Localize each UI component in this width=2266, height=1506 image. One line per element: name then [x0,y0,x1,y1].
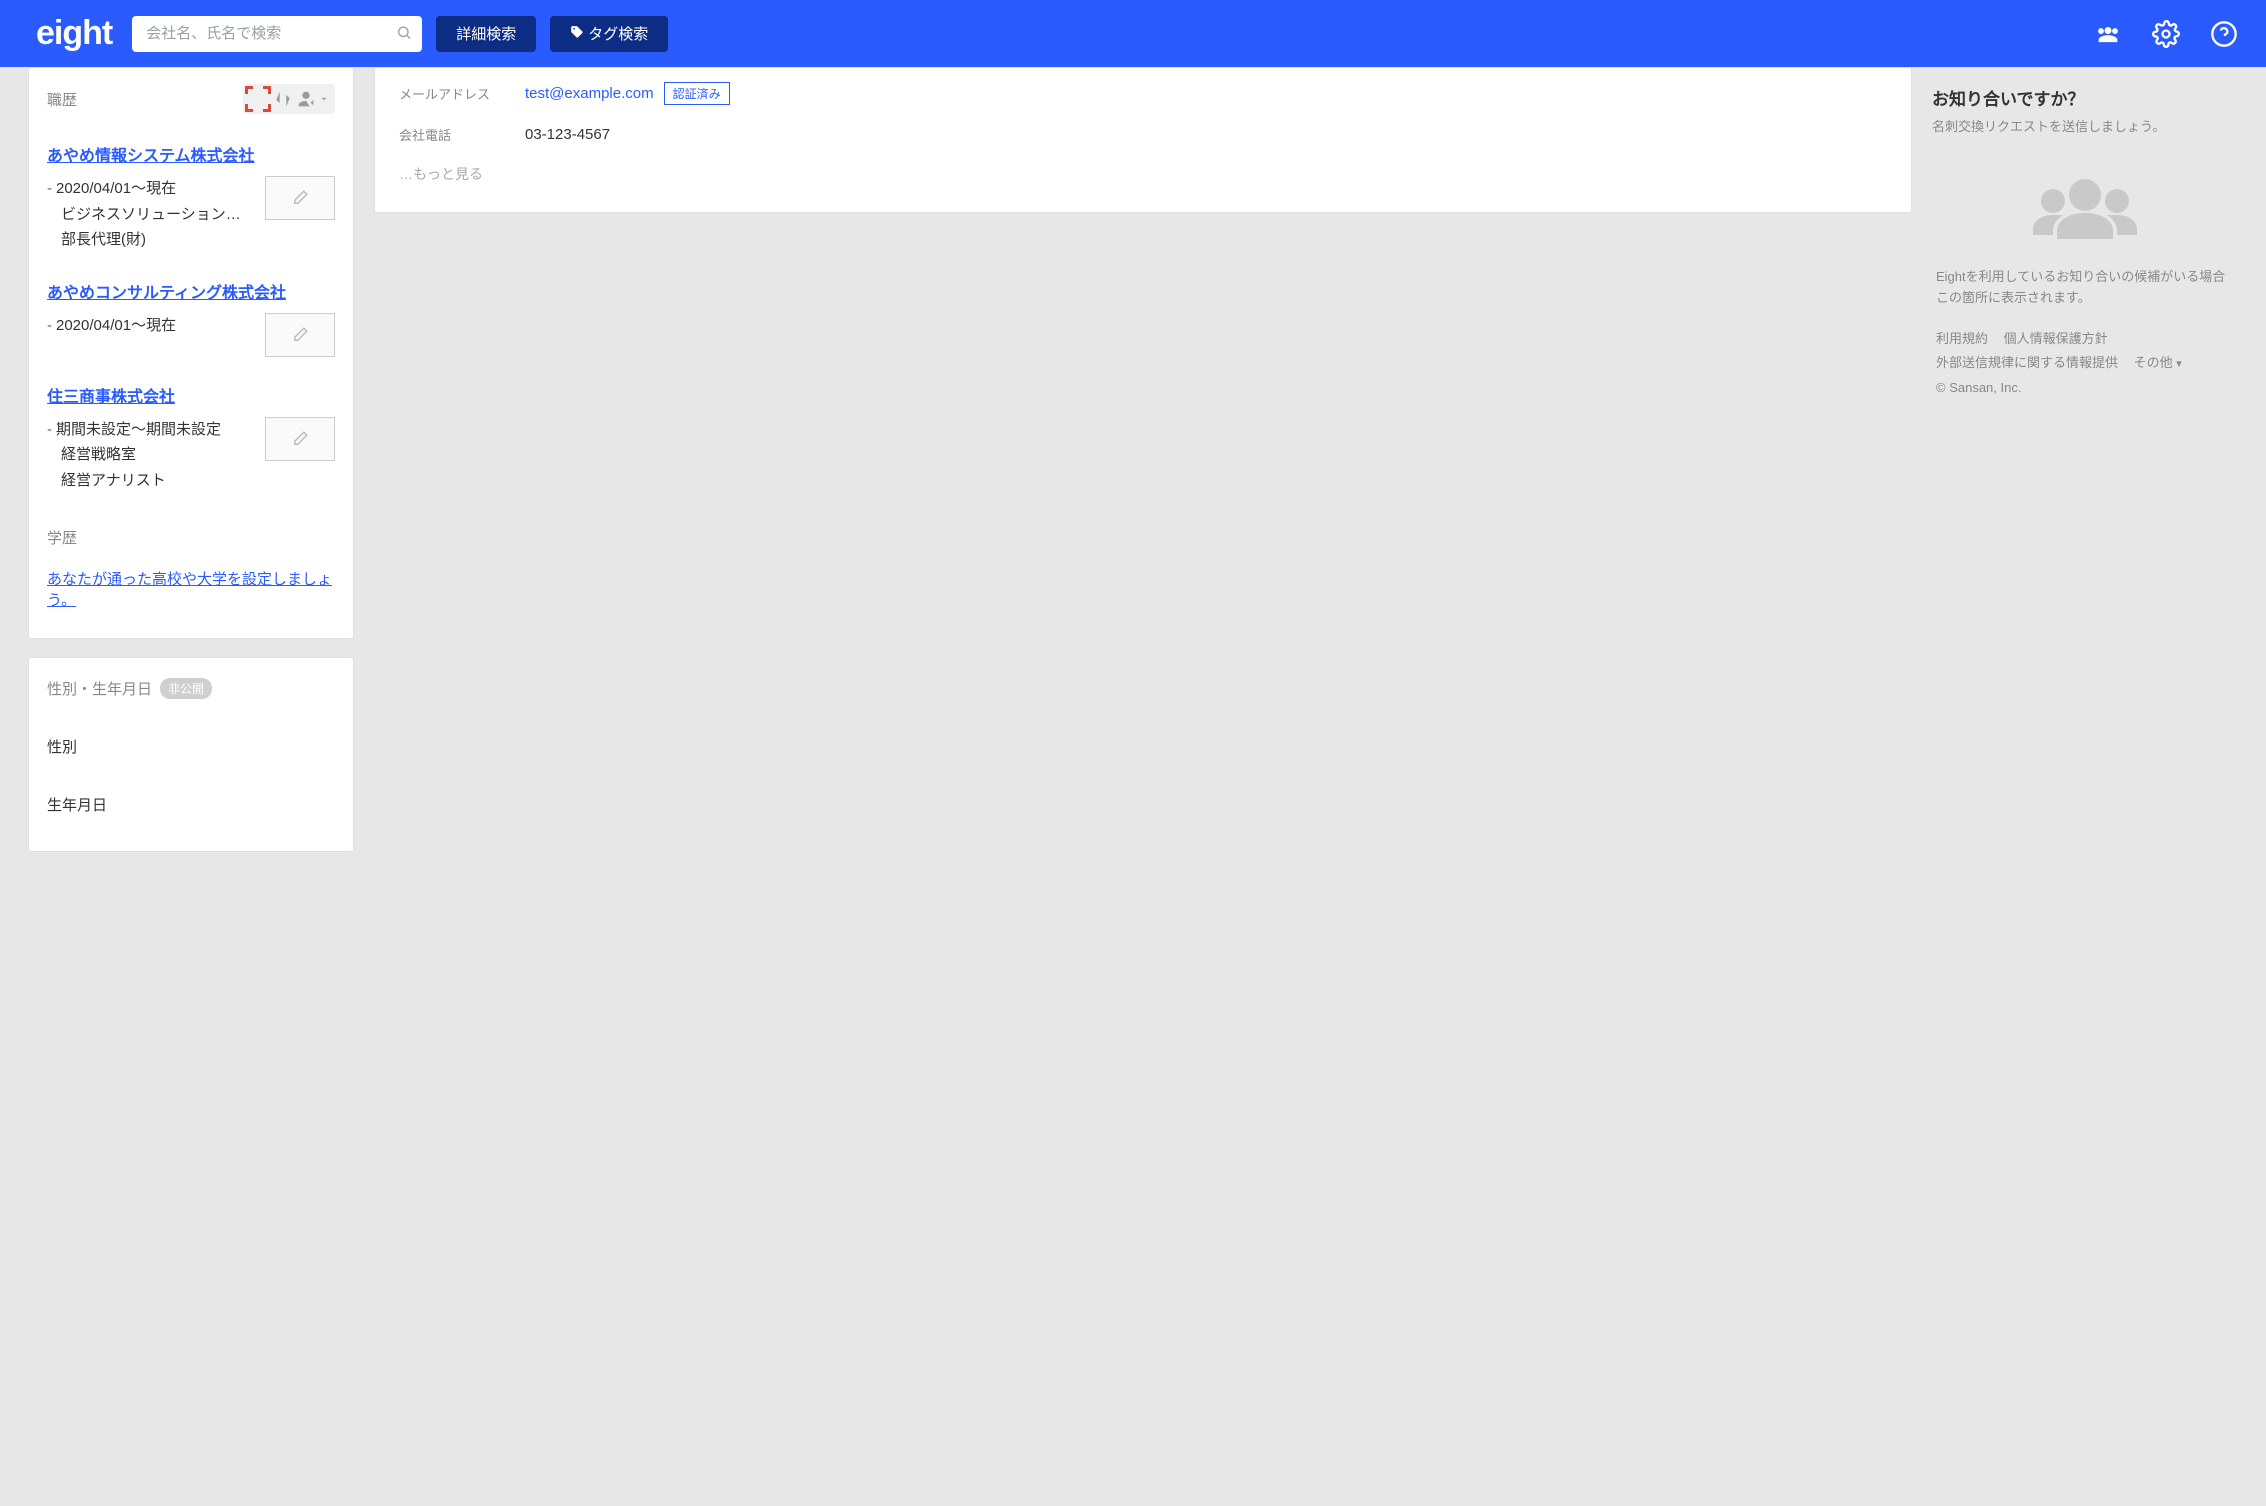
pencil-icon [291,430,309,448]
career-label: 職歴 [47,89,77,110]
career-period: 2020/04/01〜現在 [56,317,176,334]
search-input[interactable] [132,16,422,52]
gear-icon[interactable] [2152,20,2180,48]
logo[interactable]: eight [36,14,112,53]
company-link[interactable]: あやめ情報システム株式会社 [47,142,255,166]
acquaintance-sub: 名刺交換リクエストを送信しましょう。 [1932,116,2238,135]
people-placeholder-icon [1932,171,2238,243]
career-item: あやめ情報システム株式会社 -2020/04/01〜現在 ビジネスソリューション… [47,142,335,253]
acquaintance-panel: お知り合いですか？ 名刺交換リクエストを送信しましょう。 Eightを利用してい… [1932,85,2238,401]
business-card-thumb[interactable] [265,417,335,461]
app-header: eight 詳細検索 タグ検索 [0,0,2266,67]
career-card: 職歴 あやめ情報システム株式会社 -2020/04/01〜現在 ビジネスソリュー [28,67,354,639]
acquaintance-title: お知り合いですか？ [1932,85,2238,110]
education-setup-link[interactable]: あなたが通った高校や大学を設定しましょう。 [47,571,332,609]
career-line: 経営アナリスト [47,468,255,494]
career-line: 経営戦略室 [47,442,255,468]
company-link[interactable]: 住三商事株式会社 [47,383,175,407]
show-more-button[interactable]: …もっと見る [399,164,483,184]
career-period: 期間未設定〜期間未設定 [56,421,221,438]
link-privacy[interactable]: 個人情報保護方針 [2004,327,2108,352]
link-other[interactable]: その他 ▾ [2134,351,2182,376]
contact-card: メールアドレス test@example.com 認証済み 会社電話 03-12… [374,67,1912,213]
career-line: 部長代理(財) [47,227,255,253]
tag-search-button[interactable]: タグ検索 [550,16,668,52]
header-icons [2094,20,2238,48]
acquaintance-desc: Eightを利用しているお知り合いの候補がいる場合この箇所に表示されます。 [1932,267,2238,309]
gender-birth-card: 性別・生年月日 非公開 性別 生年月日 [28,657,354,852]
private-badge: 非公開 [160,678,212,699]
email-label: メールアドレス [399,84,525,103]
education-label: 学歴 [47,527,335,548]
chevron-down-icon [319,94,329,104]
link-ext[interactable]: 外部送信規律に関する情報提供 [1936,351,2118,376]
phone-row: 会社電話 03-123-4567 [399,115,1887,154]
tag-icon [570,25,584,43]
career-line: ビジネスソリューション… [47,202,255,228]
career-tool[interactable] [243,84,335,114]
copyright: © Sansan, Inc. [1936,380,2021,395]
footer-links: 利用規約 個人情報保護方針 外部送信規律に関する情報提供 その他 ▾ © San… [1932,327,2238,401]
search-box [132,16,422,52]
detail-search-label: 詳細検索 [456,23,516,44]
career-item: 住三商事株式会社 -期間未設定〜期間未設定 経営戦略室 経営アナリスト [47,383,335,494]
phone-label: 会社電話 [399,125,525,144]
company-link[interactable]: あやめコンサルティング株式会社 [47,279,286,303]
gender-row[interactable]: 性別 [47,725,335,783]
pencil-icon [291,189,309,207]
email-row: メールアドレス test@example.com 認証済み [399,72,1887,115]
verified-badge: 認証済み [664,82,730,105]
link-tos[interactable]: 利用規約 [1936,327,1988,352]
chevron-down-icon: ▾ [2176,358,2182,370]
tag-search-label: タグ検索 [588,23,648,44]
career-item: あやめコンサルティング株式会社 -2020/04/01〜現在 [47,279,335,357]
detail-search-button[interactable]: 詳細検索 [436,16,536,52]
pencil-icon [291,326,309,344]
business-card-thumb[interactable] [265,176,335,220]
people-icon[interactable] [2094,20,2122,48]
career-period: 2020/04/01〜現在 [56,180,176,197]
person-add-icon [295,88,317,110]
business-card-thumb[interactable] [265,313,335,357]
sort-icon [273,89,293,109]
help-icon[interactable] [2210,20,2238,48]
phone-value: 03-123-4567 [525,126,610,143]
email-link[interactable]: test@example.com [525,85,654,102]
birth-row[interactable]: 生年月日 [47,783,335,841]
search-icon[interactable] [396,24,412,43]
gender-birth-label: 性別・生年月日 [47,678,152,699]
focus-frame-icon [245,86,271,112]
